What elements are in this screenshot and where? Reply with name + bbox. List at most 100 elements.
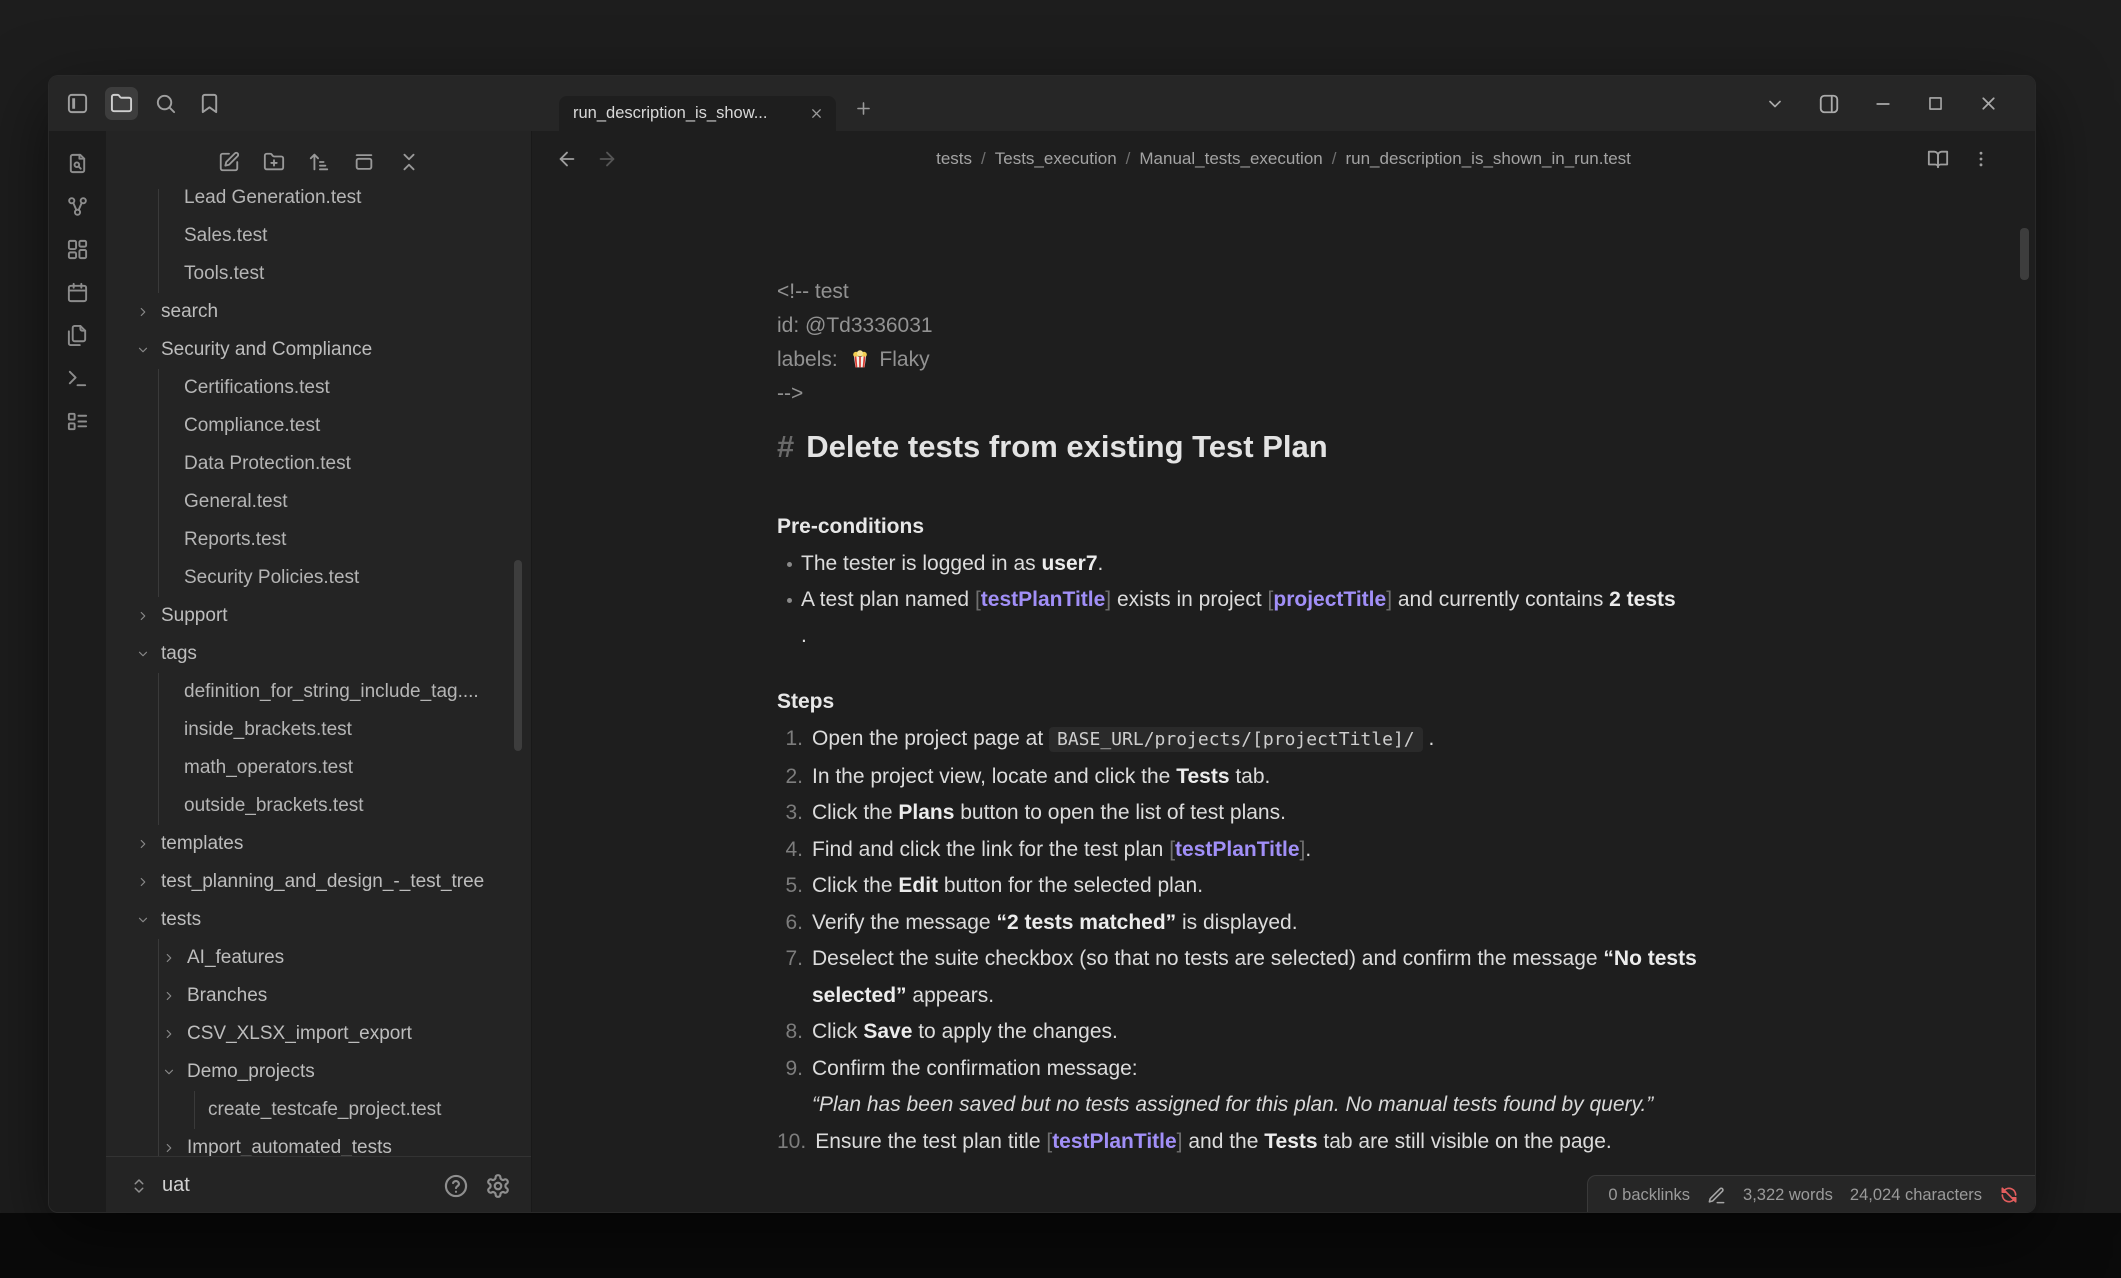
- tab-active[interactable]: run_description_is_show...: [559, 96, 836, 131]
- chevron-right-icon[interactable]: [162, 1141, 178, 1155]
- tree-file[interactable]: Reports.test: [106, 521, 531, 559]
- editor-scrollbar[interactable]: [2020, 228, 2029, 280]
- tree-folder[interactable]: AI_features: [106, 939, 531, 977]
- tab-list-chevron-icon[interactable]: [1765, 94, 1785, 114]
- tree-file[interactable]: create_testcafe_project.test: [106, 1091, 531, 1129]
- chevron-right-icon[interactable]: [162, 989, 178, 1003]
- tree-folder[interactable]: Support: [106, 597, 531, 635]
- new-note-icon[interactable]: [218, 151, 240, 173]
- help-icon[interactable]: [443, 1173, 469, 1199]
- tree-file[interactable]: inside_brackets.test: [106, 711, 531, 749]
- tree-file[interactable]: Sales.test: [106, 217, 531, 255]
- tree-folder[interactable]: Security and Compliance: [106, 331, 531, 369]
- indent-guide: [158, 189, 159, 217]
- indent-guide: [158, 939, 159, 977]
- files-tab-folder-icon[interactable]: [105, 87, 138, 120]
- wikilink[interactable]: testPlanTitle: [1175, 838, 1299, 861]
- tab-title: run_description_is_show...: [573, 104, 809, 123]
- tree-file[interactable]: Tools.test: [106, 255, 531, 293]
- breadcrumb-item[interactable]: tests: [936, 149, 972, 168]
- wikilink[interactable]: projectTitle: [1273, 588, 1386, 611]
- sort-order-icon[interactable]: [308, 151, 330, 173]
- collapse-all-icon[interactable]: [398, 151, 420, 173]
- chevron-down-icon[interactable]: [162, 1065, 178, 1079]
- indent-guide: [158, 559, 159, 597]
- tree-folder[interactable]: search: [106, 293, 531, 331]
- settings-gear-icon[interactable]: [485, 1173, 511, 1199]
- gallery-vertical-icon[interactable]: [353, 151, 375, 173]
- comment-line: <!-- test: [777, 275, 1767, 309]
- word-count: 3,322 words: [1743, 1186, 1833, 1205]
- tree-folder[interactable]: Branches: [106, 977, 531, 1015]
- tree-folder[interactable]: tags: [106, 635, 531, 673]
- tree-file[interactable]: Certifications.test: [106, 369, 531, 407]
- chevron-right-icon[interactable]: [162, 951, 178, 965]
- markdown-editor[interactable]: <!-- test id: @Td3336031 labels:: [532, 187, 2035, 1213]
- chevrons-up-down-icon: [130, 1177, 148, 1195]
- tree-folder[interactable]: templates: [106, 825, 531, 863]
- more-options-icon[interactable]: [1971, 149, 1991, 169]
- sidebar-scrollbar[interactable]: [514, 560, 522, 751]
- sync-off-icon[interactable]: [1999, 1185, 2019, 1205]
- tree-item-label: CSV_XLSX_import_export: [187, 1023, 412, 1045]
- step-number: 10.: [777, 1124, 806, 1161]
- edit-mode-pencil-icon[interactable]: [1707, 1186, 1726, 1205]
- file-explorer-sidebar: Lead Generation.testSales.testTools.test…: [106, 131, 531, 1213]
- breadcrumb-item[interactable]: Tests_execution: [995, 149, 1117, 168]
- navigate-forward-icon[interactable]: [596, 148, 618, 170]
- tree-folder[interactable]: CSV_XLSX_import_export: [106, 1015, 531, 1053]
- chevron-right-icon[interactable]: [136, 305, 152, 319]
- step-item: 6.Verify the message “2 tests matched” i…: [777, 905, 1767, 942]
- chevron-right-icon[interactable]: [136, 609, 152, 623]
- list-details-icon[interactable]: [66, 410, 89, 433]
- tree-file[interactable]: Data Protection.test: [106, 445, 531, 483]
- tree-file[interactable]: math_operators.test: [106, 749, 531, 787]
- window-close-button[interactable]: [1978, 93, 1999, 114]
- tree-folder[interactable]: test_planning_and_design_-_test_tree: [106, 863, 531, 901]
- bullet-item: The tester is logged in as user7.: [777, 546, 1767, 582]
- files-copy-icon[interactable]: [66, 324, 89, 347]
- tree-file[interactable]: Security Policies.test: [106, 559, 531, 597]
- tree-folder[interactable]: Demo_projects: [106, 1053, 531, 1091]
- tree-folder[interactable]: Import_automated_tests: [106, 1129, 531, 1156]
- calendar-icon[interactable]: [66, 281, 89, 304]
- breadcrumb-separator: /: [981, 149, 986, 168]
- step-number: 7.: [777, 941, 803, 1014]
- terminal-icon[interactable]: [66, 367, 89, 390]
- right-sidebar-toggle-icon[interactable]: [1818, 93, 1840, 115]
- tree-file[interactable]: outside_brackets.test: [106, 787, 531, 825]
- reading-view-book-icon[interactable]: [1927, 148, 1949, 170]
- tree-folder[interactable]: tests: [106, 901, 531, 939]
- window-maximize-button[interactable]: [1926, 94, 1945, 113]
- chevron-right-icon[interactable]: [136, 875, 152, 889]
- chevron-right-icon[interactable]: [162, 1027, 178, 1041]
- chevron-down-icon[interactable]: [136, 647, 152, 661]
- chevron-down-icon[interactable]: [136, 913, 152, 927]
- new-folder-icon[interactable]: [263, 151, 285, 173]
- tree-file[interactable]: definition_for_string_include_tag....: [106, 673, 531, 711]
- new-tab-button[interactable]: [849, 94, 878, 123]
- tree-item-label: Demo_projects: [187, 1061, 315, 1083]
- file-search-icon[interactable]: [66, 152, 89, 175]
- search-tab-icon[interactable]: [149, 87, 182, 120]
- tree-file[interactable]: Compliance.test: [106, 407, 531, 445]
- vault-switcher[interactable]: uat: [106, 1156, 531, 1213]
- wikilink[interactable]: testPlanTitle: [1052, 1130, 1176, 1153]
- window-minimize-button[interactable]: [1873, 94, 1893, 114]
- tab-close-icon[interactable]: [809, 106, 824, 121]
- cards-dashboard-icon[interactable]: [66, 238, 89, 261]
- comment-block: <!-- test id: @Td3336031 labels:: [777, 275, 1767, 411]
- backlinks-status[interactable]: 0 backlinks: [1608, 1186, 1690, 1205]
- tree-file[interactable]: General.test: [106, 483, 531, 521]
- wikilink[interactable]: testPlanTitle: [981, 588, 1105, 611]
- chevron-right-icon[interactable]: [136, 837, 152, 851]
- breadcrumb-item[interactable]: Manual_tests_execution: [1139, 149, 1322, 168]
- bookmarks-tab-icon[interactable]: [193, 87, 226, 120]
- left-sidebar-toggle-icon[interactable]: [61, 87, 94, 120]
- breadcrumb-item[interactable]: run_description_is_shown_in_run.test: [1345, 149, 1630, 168]
- obsidian-window: run_description_is_show...: [48, 75, 2036, 1213]
- chevron-down-icon[interactable]: [136, 343, 152, 357]
- tree-file[interactable]: Lead Generation.test: [106, 189, 531, 217]
- graph-view-icon[interactable]: [66, 195, 89, 218]
- navigate-back-icon[interactable]: [556, 148, 578, 170]
